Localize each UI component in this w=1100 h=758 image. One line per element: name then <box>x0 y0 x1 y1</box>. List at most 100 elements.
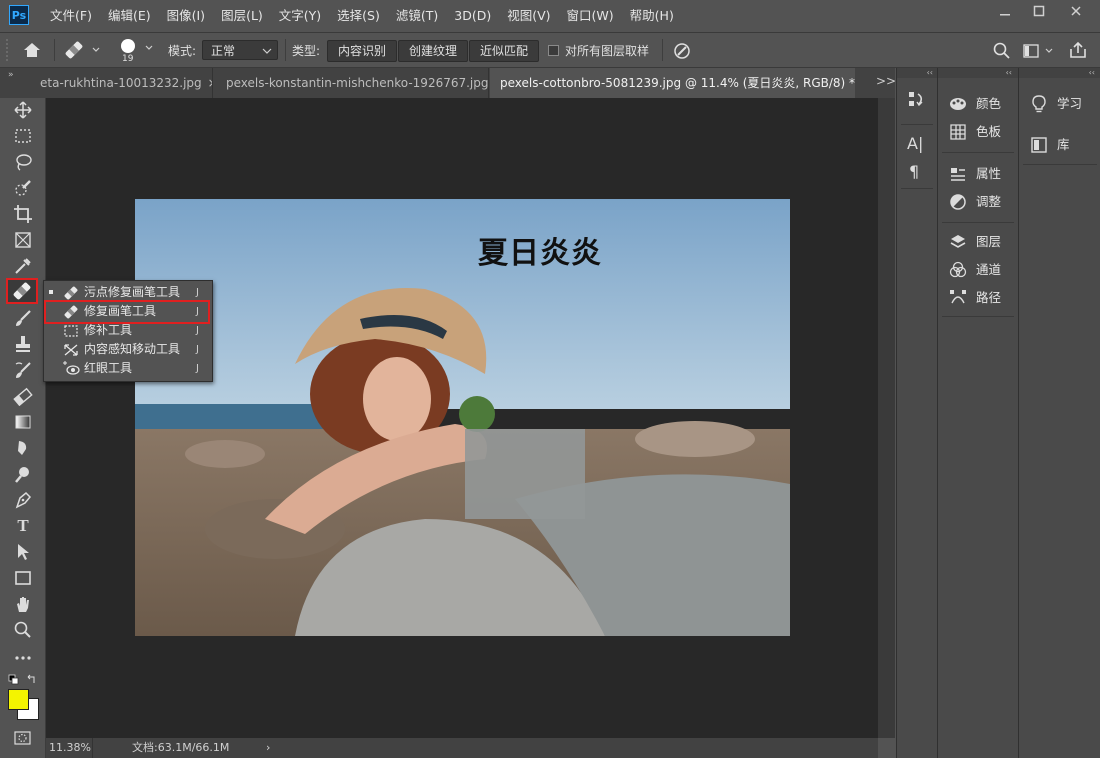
brush-tool[interactable] <box>10 306 36 330</box>
pressure-button[interactable] <box>672 41 694 61</box>
panel-adjustments[interactable]: 调整 <box>948 188 1001 216</box>
panel-layers[interactable]: 图层 <box>948 228 1001 256</box>
close-button[interactable] <box>1056 0 1096 22</box>
menu-type[interactable]: 文字(Y) <box>271 0 329 32</box>
mode-select[interactable]: 正常 <box>202 40 278 60</box>
menu-edit[interactable]: 编辑(E) <box>100 0 159 32</box>
document-tabs: » eta-rukhtina-10013232.jpg× pexels-kons… <box>0 68 896 98</box>
close-icon <box>1071 6 1081 16</box>
marquee-tool[interactable] <box>10 124 36 148</box>
pen-tool[interactable] <box>10 488 36 512</box>
move-tool[interactable] <box>10 98 36 122</box>
sample-all-checkbox[interactable] <box>548 45 559 56</box>
lasso-tool[interactable] <box>10 150 36 174</box>
flyout-item-red-eye[interactable]: 红眼工具 J <box>44 359 210 378</box>
menu-view[interactable]: 视图(V) <box>499 0 558 32</box>
more-icon <box>15 656 31 660</box>
share-button[interactable] <box>1068 40 1088 60</box>
active-tool-marker <box>49 290 53 294</box>
menu-window[interactable]: 窗口(W) <box>559 0 622 32</box>
document-size: 文档:63.1M/66.1M <box>132 741 230 754</box>
tools-panel: T <box>0 98 46 758</box>
menu-file[interactable]: 文件(F) <box>42 0 100 32</box>
menu-help[interactable]: 帮助(H) <box>622 0 682 32</box>
vertical-scrollbar[interactable] <box>878 98 895 738</box>
create-texture-button[interactable]: 创建纹理 <box>398 40 468 62</box>
crop-tool[interactable] <box>10 202 36 226</box>
healing-brush-icon <box>13 282 31 300</box>
properties-icon <box>948 160 968 188</box>
rectangle-icon <box>15 571 31 585</box>
collapse-icon[interactable]: ‹‹ <box>897 68 937 78</box>
collapse-icon[interactable]: ‹‹ <box>938 68 1018 78</box>
proximity-match-button[interactable]: 近似匹配 <box>469 40 539 62</box>
rectangle-tool[interactable] <box>10 566 36 590</box>
search-button[interactable] <box>992 41 1012 61</box>
blur-tool[interactable] <box>10 436 36 460</box>
maximize-button[interactable] <box>1022 0 1056 22</box>
color-swatch-controls[interactable] <box>8 674 38 686</box>
tab-document-2[interactable]: pexels-konstantin-mishchenko-1926767.jpg… <box>213 68 489 98</box>
dodge-tool[interactable] <box>10 462 36 486</box>
minimize-button[interactable] <box>988 0 1022 22</box>
quick-selection-tool[interactable] <box>10 176 36 200</box>
document-image[interactable] <box>135 199 790 636</box>
type-tool[interactable]: T <box>10 514 36 538</box>
panel-swatches[interactable]: 色板 <box>948 118 1001 146</box>
menu-bar: Ps 文件(F) 编辑(E) 图像(I) 图层(L) 文字(Y) 选择(S) 滤… <box>0 0 1100 33</box>
workspace-button[interactable] <box>1022 42 1056 60</box>
panel-label: 色板 <box>976 124 1002 139</box>
menu-select[interactable]: 选择(S) <box>329 0 388 32</box>
collapse-arrows-icon[interactable]: » <box>8 68 14 82</box>
hand-tool[interactable] <box>10 592 36 616</box>
flyout-item-content-aware-move[interactable]: 内容感知移动工具 J <box>44 340 210 359</box>
panel-column-2: ‹‹ 颜色 色板 属性 调整 图层 通道 路径 <box>937 68 1018 758</box>
menu-image[interactable]: 图像(I) <box>159 0 213 32</box>
paragraph-panel-icon[interactable]: ¶ <box>909 162 919 181</box>
zoom-level[interactable]: 11.38% <box>49 738 91 758</box>
content-aware-button[interactable]: 内容识别 <box>327 40 397 62</box>
panel-color[interactable]: 颜色 <box>948 90 1001 118</box>
home-button[interactable] <box>22 40 44 60</box>
foreground-color-swatch[interactable] <box>8 689 29 710</box>
status-menu-arrow[interactable]: › <box>266 738 270 758</box>
path-selection-tool[interactable] <box>10 540 36 564</box>
quick-mask-button[interactable] <box>13 730 33 746</box>
canvas-area[interactable]: 夏日炎炎 <box>46 98 878 738</box>
flyout-shortcut: J <box>196 363 199 374</box>
panel-label: 调整 <box>976 194 1002 209</box>
frame-tool[interactable] <box>10 228 36 252</box>
red-eye-icon <box>62 359 80 383</box>
pen-icon <box>15 491 32 509</box>
tabs-overflow-button[interactable]: >> <box>876 74 896 88</box>
panel-properties[interactable]: 属性 <box>948 160 1001 188</box>
panel-learn[interactable]: 学习 <box>1029 90 1082 118</box>
tab-document-3[interactable]: pexels-cottonbro-5081239.jpg @ 11.4% (夏日… <box>490 68 855 98</box>
brush-size: 19 <box>122 54 134 64</box>
maximize-icon <box>1033 5 1045 17</box>
collapse-icon[interactable]: ‹‹ <box>1019 68 1100 78</box>
search-icon <box>993 42 1010 59</box>
tool-preset-picker[interactable] <box>63 39 103 61</box>
healing-brush-tool[interactable] <box>6 278 38 304</box>
palette-icon <box>948 90 968 118</box>
menu-3d[interactable]: 3D(D) <box>446 0 499 32</box>
history-panel-button[interactable] <box>905 88 929 112</box>
clone-stamp-tool[interactable] <box>10 332 36 356</box>
type-label: 类型: <box>292 44 321 58</box>
edit-toolbar-button[interactable] <box>10 646 36 670</box>
eyedropper-tool[interactable] <box>10 254 36 278</box>
eraser-tool[interactable] <box>10 384 36 408</box>
panel-channels[interactable]: 通道 <box>948 256 1001 284</box>
gradient-tool[interactable] <box>10 410 36 434</box>
character-panel-icon[interactable]: A| <box>907 134 923 153</box>
history-brush-tool[interactable] <box>10 358 36 382</box>
brush-picker[interactable]: 19 <box>118 37 158 65</box>
menu-layer[interactable]: 图层(L) <box>213 0 271 32</box>
sample-all-label: 对所有图层取样 <box>565 44 650 58</box>
menu-filter[interactable]: 滤镜(T) <box>388 0 446 32</box>
tab-document-1[interactable]: eta-rukhtina-10013232.jpg× <box>40 68 213 98</box>
panel-libraries[interactable]: 库 <box>1029 131 1070 159</box>
zoom-tool[interactable] <box>10 618 36 642</box>
panel-paths[interactable]: 路径 <box>948 284 1001 312</box>
